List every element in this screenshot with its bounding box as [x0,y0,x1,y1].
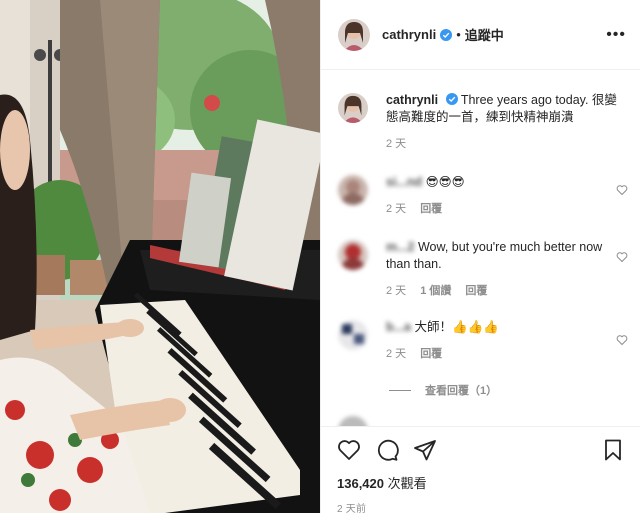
comment-item-partial [338,415,628,426]
view-replies-label: 查看回覆（1） [425,385,498,397]
caption-username[interactable]: cathrynli [386,93,438,107]
commenter-username[interactable]: b...a [386,320,411,334]
author-avatar[interactable] [338,93,368,123]
verified-badge-icon [440,28,453,41]
view-replies-line [389,389,411,391]
like-comment-heart-icon[interactable] [616,333,628,346]
comment-item: si...nd 😎😎😎 2 天 回覆 [338,174,628,218]
comments-list[interactable]: cathrynli Three years ago today. 很變態高難度的… [321,71,640,426]
comment-text: Wow, but you're much better now than tha… [386,240,603,271]
view-count-label: 次觀看 [387,476,427,491]
view-count[interactable]: 136,420 次觀看 [337,473,625,492]
bookmark-icon[interactable] [601,438,625,462]
post-actions: 136,420 次觀看 2 天前 [321,426,640,513]
separator-dot: • [456,27,461,42]
more-options-icon[interactable]: ••• [606,26,626,44]
author-avatar-image [338,18,370,51]
comment-item: b...a 大師！👍👍👍 2 天 回覆 [338,319,628,363]
piano-photo-illustration [0,0,320,513]
reply-button[interactable]: 回覆 [420,201,442,218]
following-button[interactable]: 追蹤中 [465,25,504,44]
author-username[interactable]: cathrynli [382,27,436,42]
view-count-number: 136,420 [337,476,384,491]
post-photo[interactable] [0,0,320,513]
share-icon[interactable] [413,438,437,462]
comment-likes[interactable]: 1 個讚 [420,283,451,300]
comment-item: m...2 Wow, but you're much better now th… [338,239,628,300]
comment-icon[interactable] [375,438,399,462]
comment-meta: 2 天 回覆 [386,346,628,363]
author-avatar[interactable] [338,18,370,51]
posted-time[interactable]: 2 天前 [337,500,625,513]
commenter-avatar[interactable] [338,320,368,350]
commenter-username[interactable]: m...2 [386,240,415,254]
reply-button[interactable]: 回覆 [465,283,487,300]
comment-meta: 2 天 1 個讚 回覆 [386,283,628,300]
like-comment-heart-icon[interactable] [616,183,628,196]
comment-meta: 2 天 回覆 [386,201,628,218]
commenter-username[interactable]: si...nd [386,175,422,189]
comment-body: m...2 Wow, but you're much better now th… [386,239,628,300]
caption-meta: 2 天 [386,136,628,153]
heart-icon[interactable] [337,438,361,462]
commenter-avatar[interactable] [338,240,368,270]
author-avatar-image [338,93,368,123]
comment-body: b...a 大師！👍👍👍 2 天 回覆 [386,319,628,363]
comment-body: si...nd 😎😎😎 2 天 回覆 [386,174,628,218]
post-header: cathrynli • 追蹤中 ••• [321,0,640,70]
comment-text: 大師！👍👍👍 [414,320,499,334]
reply-button[interactable]: 回覆 [420,346,442,363]
caption: cathrynli Three years ago today. 很變態高難度的… [338,92,628,153]
post-side-panel: cathrynli • 追蹤中 ••• cathrynli Three year… [320,0,640,513]
comment-time[interactable]: 2 天 [386,283,406,300]
caption-body: cathrynli Three years ago today. 很變態高難度的… [386,92,628,153]
comment-text: 😎😎😎 [425,175,465,189]
like-comment-heart-icon[interactable] [616,250,628,263]
action-icons [337,427,625,473]
commenter-avatar[interactable] [338,416,368,426]
caption-time[interactable]: 2 天 [386,136,406,153]
comment-time[interactable]: 2 天 [386,201,406,218]
view-replies-button[interactable]: 查看回覆（1） [389,382,497,398]
commenter-avatar[interactable] [338,175,368,205]
comment-time[interactable]: 2 天 [386,346,406,363]
verified-badge-icon [445,93,458,105]
